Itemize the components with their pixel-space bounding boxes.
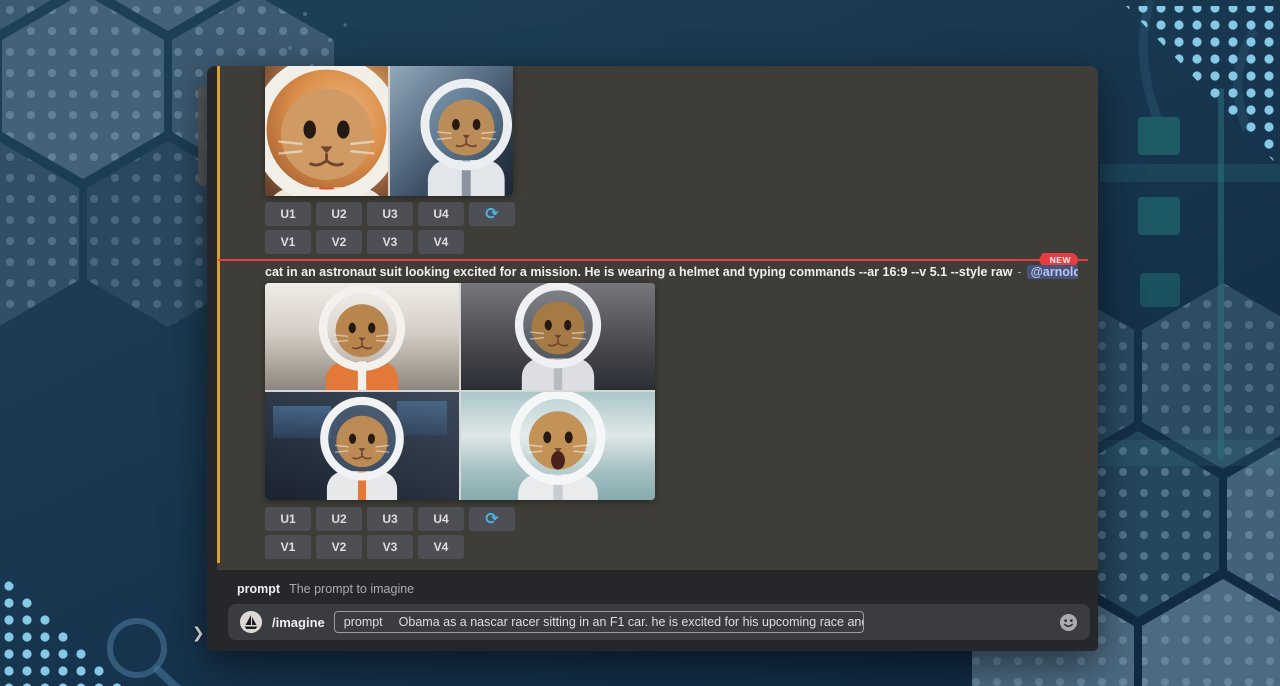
- u2-button[interactable]: U2: [316, 202, 362, 226]
- v1-button[interactable]: V1: [265, 535, 311, 559]
- separator-dash: -: [1017, 265, 1021, 279]
- generated-image[interactable]: [265, 392, 459, 500]
- magnifier-icon: [110, 621, 196, 686]
- generated-image[interactable]: [265, 66, 388, 196]
- reroll-button[interactable]: ⟳: [469, 202, 515, 226]
- generated-image[interactable]: [265, 283, 459, 390]
- u4-button[interactable]: U4: [418, 202, 464, 226]
- u1-button[interactable]: U1: [265, 507, 311, 531]
- new-messages-divider: NEW: [218, 259, 1088, 261]
- message-text: cat in an astronaut suit looking excited…: [265, 265, 1078, 279]
- v4-button[interactable]: V4: [418, 230, 464, 254]
- chevron-right-icon: ❯: [192, 624, 205, 642]
- cat-astronaut-illustration: [461, 283, 655, 390]
- mention-highlight-bar: [217, 66, 220, 563]
- pill-option-name: prompt: [344, 615, 383, 629]
- u1-button[interactable]: U1: [265, 202, 311, 226]
- v1-button[interactable]: V1: [265, 230, 311, 254]
- u4-button[interactable]: U4: [418, 507, 464, 531]
- option-hint-name: prompt: [237, 582, 280, 596]
- v2-button[interactable]: V2: [316, 230, 362, 254]
- background-scrollbar: [198, 86, 207, 186]
- prompt-text: cat in an astronaut suit looking excited…: [265, 265, 1012, 279]
- video-frame: ❯: [0, 0, 1280, 686]
- variation-buttons-row-2: V1 V2 V3 V4: [265, 535, 464, 559]
- cat-astronaut-illustration: [265, 66, 388, 196]
- composer-panel: prompt The prompt to imagine /imagine: [217, 570, 1098, 651]
- user-mention[interactable]: @arnoldtri: [1027, 265, 1078, 279]
- image-grid-2[interactable]: [265, 283, 655, 500]
- upscale-buttons-row-2: U1 U2 U3 U4 ⟳: [265, 507, 515, 531]
- cat-astronaut-illustration: [392, 66, 513, 196]
- discord-window: U1 U2 U3 U4 ⟳ V1 V2 V3 V4 NEW cat in an …: [207, 66, 1098, 651]
- u3-button[interactable]: U3: [367, 202, 413, 226]
- slash-option-hint: prompt The prompt to imagine: [237, 582, 414, 596]
- cat-astronaut-illustration: [265, 283, 459, 390]
- message-input[interactable]: /imagine prompt Obama as a nascar racer …: [228, 604, 1090, 640]
- cat-astronaut-illustration: [461, 392, 655, 500]
- slash-command-label: /imagine: [272, 615, 325, 630]
- generated-image[interactable]: [390, 66, 513, 196]
- upscale-buttons-row-1: U1 U2 U3 U4 ⟳: [265, 202, 515, 226]
- midjourney-avatar: [240, 611, 262, 633]
- v3-button[interactable]: V3: [367, 230, 413, 254]
- chat-messages-area[interactable]: U1 U2 U3 U4 ⟳ V1 V2 V3 V4 NEW cat in an …: [217, 66, 1098, 651]
- u2-button[interactable]: U2: [316, 507, 362, 531]
- sailboat-icon: [240, 611, 262, 633]
- prompt-option-pill[interactable]: prompt Obama as a nascar racer sitting i…: [334, 611, 864, 633]
- generated-image[interactable]: [461, 392, 655, 500]
- reroll-button[interactable]: ⟳: [469, 507, 515, 531]
- smiley-icon: [1059, 613, 1078, 632]
- variation-buttons-row-1: V1 V2 V3 V4: [265, 230, 464, 254]
- u3-button[interactable]: U3: [367, 507, 413, 531]
- dot-grid-bottom-left: [2, 574, 130, 686]
- cat-astronaut-illustration: [265, 392, 459, 500]
- generated-image[interactable]: [461, 283, 655, 390]
- v2-button[interactable]: V2: [316, 535, 362, 559]
- v4-button[interactable]: V4: [418, 535, 464, 559]
- option-hint-description: The prompt to imagine: [289, 582, 414, 596]
- image-grid-1[interactable]: [265, 66, 513, 196]
- pill-option-value: Obama as a nascar racer sitting in an F1…: [399, 615, 864, 629]
- emoji-picker-button[interactable]: [1059, 613, 1078, 632]
- window-left-strip: [207, 66, 217, 651]
- v3-button[interactable]: V3: [367, 535, 413, 559]
